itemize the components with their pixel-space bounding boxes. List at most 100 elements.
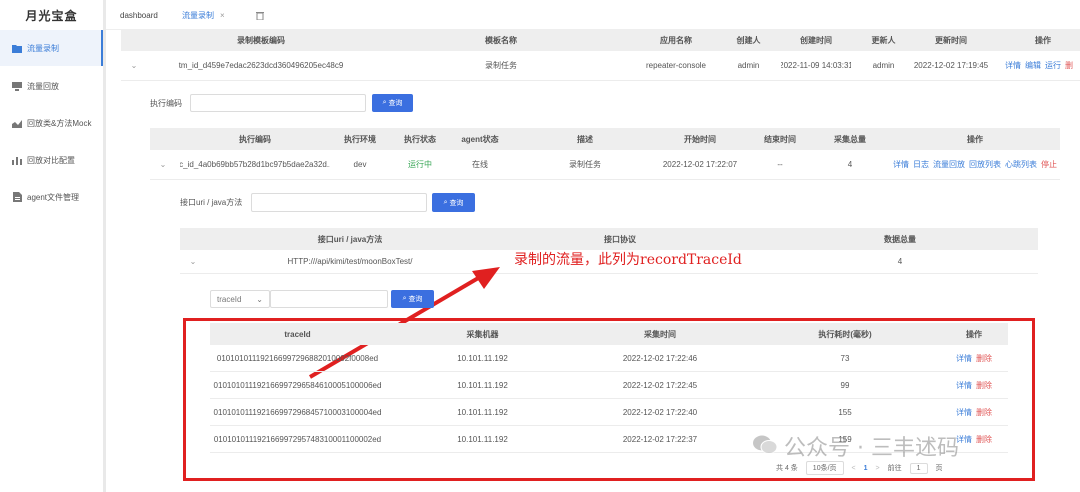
column-header: 操作 — [967, 134, 983, 144]
traceid-select[interactable]: traceId ⌄ — [210, 290, 270, 308]
app-logo: 月光宝盒 — [25, 8, 78, 23]
sidebar-item-traffic-record[interactable]: 流量录制 — [0, 30, 103, 66]
sidebar-item-compare-config[interactable]: 回放对比配置 — [0, 142, 103, 178]
trace-time: 2022-12-02 17:22:40 — [622, 407, 698, 417]
column-header: 执行编码 — [239, 134, 271, 144]
wechat-icon — [752, 434, 778, 458]
tab-traffic-record[interactable]: 流量录制 × — [182, 0, 225, 30]
run-link[interactable]: 运行 — [1045, 60, 1061, 71]
goto-label: 前往 — [887, 465, 902, 472]
trace-cost: 99 — [840, 380, 850, 390]
chevron-down-icon: ⌄ — [256, 294, 263, 304]
column-header: 开始时间 — [684, 134, 716, 144]
folder-icon — [12, 43, 22, 53]
replay-list-link[interactable]: 回放列表 — [969, 159, 1001, 170]
delete-link[interactable]: 删 — [1065, 60, 1073, 71]
tab-label: 流量录制 — [182, 10, 214, 20]
column-header: 录制模板编码 — [237, 36, 285, 45]
template-name: 录制任务 — [485, 61, 517, 70]
trace-host: 10.101.11.192 — [457, 407, 508, 417]
row-actions: 详情 删除 — [940, 345, 1008, 371]
trace-id: 010101011192166997296584610005100006ed — [213, 380, 382, 390]
detail-link[interactable]: 详情 — [1005, 60, 1021, 71]
trace-time: 2022-12-02 17:22:46 — [622, 353, 698, 363]
traceid-input[interactable] — [270, 290, 388, 308]
table-row: ⌄ tm_id_d459e7edac2623dcd360496205ec48c9… — [121, 51, 1080, 81]
table-row: ⌄ rc_id_4a0b69bb57b28d1bc97b5dae2a32d...… — [150, 150, 1060, 180]
column-header: traceId — [284, 329, 311, 339]
page-unit-label: 页 — [935, 465, 943, 472]
column-header: 操作 — [966, 329, 982, 339]
exec-code: rc_id_4a0b69bb57b28d1bc97b5dae2a32d... — [180, 160, 330, 169]
delete-tabs-icon[interactable] — [256, 0, 264, 30]
collected-total: 4 — [847, 160, 853, 169]
delete-link[interactable]: 删除 — [976, 353, 992, 364]
exec-search-button[interactable]: ⌕ 查询 — [372, 94, 413, 112]
trace-time: 2022-12-02 17:22:45 — [622, 380, 698, 390]
detail-link[interactable]: 详情 — [956, 407, 972, 418]
log-link[interactable]: 日志 — [913, 159, 929, 170]
column-header: 创建时间 — [800, 36, 832, 45]
trace-cost: 73 — [840, 353, 850, 363]
column-header: 结束时间 — [764, 134, 796, 144]
detail-link[interactable]: 详情 — [956, 380, 972, 391]
chevron-down-icon[interactable]: ⌄ — [186, 250, 200, 273]
end-time: -- — [777, 160, 783, 169]
app-name: repeater-console — [645, 61, 707, 70]
next-page-button[interactable]: > — [876, 465, 880, 472]
prev-page-button[interactable]: < — [852, 465, 856, 472]
start-time: 2022-12-02 17:22:07 — [662, 160, 738, 169]
file-icon — [12, 192, 22, 202]
heartbeat-list-link[interactable]: 心跳列表 — [1005, 159, 1037, 170]
stop-link[interactable]: 停止 — [1041, 159, 1057, 170]
chart-icon — [12, 118, 22, 128]
column-header: 操作 — [1035, 36, 1051, 45]
monitor-icon — [12, 81, 22, 91]
row-actions: 详情 删除 — [940, 372, 1008, 398]
row-actions: 详情 删除 — [940, 399, 1008, 425]
chevron-down-icon[interactable]: ⌄ — [127, 51, 141, 80]
page-number[interactable]: 1 — [864, 465, 868, 472]
watermark-text: 公众号 · 三丰述码 — [784, 436, 959, 461]
trace-host: 10.101.11.192 — [457, 353, 508, 363]
delete-link[interactable]: 删除 — [976, 407, 992, 418]
sidebar-item-traffic-replay[interactable]: 流量回放 — [0, 68, 103, 104]
column-header: 执行耗时(毫秒) — [818, 329, 872, 339]
close-icon[interactable]: × — [220, 11, 225, 20]
watermark: 公众号 · 三丰述码 — [752, 428, 959, 464]
goto-input[interactable]: 1 — [909, 462, 928, 474]
uri-search-button[interactable]: ⌕ 查询 — [432, 193, 475, 212]
uri-input[interactable] — [251, 193, 427, 212]
pagination-total: 共 4 条 — [776, 465, 798, 472]
replay-link[interactable]: 流量回放 — [933, 159, 965, 170]
trace-id: 010101011192166997295748310001100002ed — [213, 434, 382, 444]
sidebar: 月光宝盒 流量录制 流量回放 回放类&方法Mock 回放对比配置 agent文件… — [0, 0, 106, 492]
sidebar-item-mock[interactable]: 回放类&方法Mock — [0, 105, 103, 141]
tab-dashboard[interactable]: dashboard — [120, 0, 158, 30]
row-actions: 详情 编辑 运行 删 — [1003, 51, 1080, 80]
edit-link[interactable]: 编辑 — [1025, 60, 1041, 71]
trace-search-button[interactable]: ⌕ 查询 — [391, 290, 434, 308]
updater: admin — [872, 61, 895, 70]
column-header: 更新人 — [871, 36, 896, 45]
detail-link[interactable]: 详情 — [956, 353, 972, 364]
column-header: 描述 — [577, 134, 593, 144]
chevron-down-icon[interactable]: ⌄ — [156, 150, 170, 179]
exec-status: 运行中 — [408, 160, 432, 169]
delete-link[interactable]: 删除 — [976, 380, 992, 391]
trace-time: 2022-12-02 17:22:37 — [622, 434, 698, 444]
creator: admin — [737, 61, 760, 70]
template-table-header: 录制模板编码 模板名称 应用名称 创建人 创建时间 更新人 更新时间 操作 — [121, 30, 1080, 51]
column-header: 应用名称 — [660, 36, 692, 45]
uri-total: 4 — [897, 257, 903, 266]
sidebar-item-agent-files[interactable]: agent文件管理 — [0, 179, 103, 215]
button-label: 查询 — [449, 199, 464, 207]
column-header: 接口uri / java方法 — [317, 234, 383, 244]
column-header: 执行状态 — [404, 134, 436, 144]
column-header: 模板名称 — [485, 36, 517, 45]
delete-link[interactable]: 删除 — [976, 434, 992, 445]
detail-link[interactable]: 详情 — [893, 159, 909, 170]
exec-env: dev — [353, 160, 367, 169]
exec-code-input[interactable] — [190, 94, 366, 112]
column-header: 更新时间 — [935, 36, 967, 45]
